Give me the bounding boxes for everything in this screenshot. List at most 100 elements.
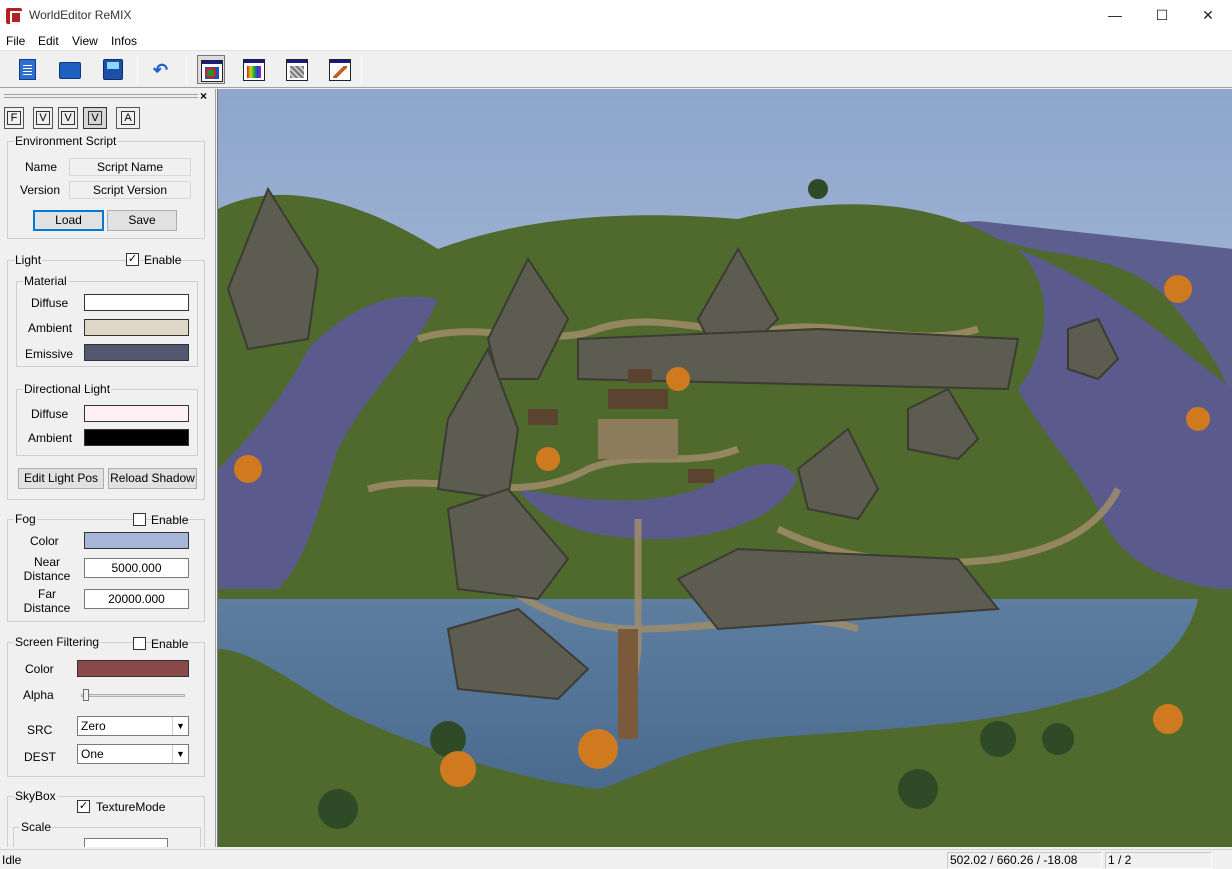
fog-color-label: Color xyxy=(30,534,59,548)
menu-edit[interactable]: Edit xyxy=(38,34,59,48)
fog-enable-label: Enable xyxy=(151,513,189,527)
directional-light-title: Directional Light xyxy=(24,382,111,396)
environment-panel: × F V V V A Environment Script Name Scri… xyxy=(0,89,216,847)
near-label-line: Near xyxy=(33,555,60,569)
status-page: 1 / 2 xyxy=(1105,852,1212,869)
filter-color-label: Color xyxy=(25,662,54,676)
near-distance-label: Near Distance xyxy=(15,555,79,583)
menu-file[interactable]: File xyxy=(6,34,25,48)
fog-enable-checkbox[interactable] xyxy=(133,513,146,526)
ambient-label: Ambient xyxy=(28,321,73,335)
mode-tab-label: V xyxy=(61,111,75,125)
world-viewport[interactable] xyxy=(217,89,1232,847)
src-label: SRC xyxy=(27,723,53,737)
fog-title: Fog xyxy=(15,512,36,526)
fog-color[interactable] xyxy=(84,532,189,549)
far-label-line: Distance xyxy=(23,601,71,615)
material-emissive-color[interactable] xyxy=(84,344,189,361)
dest-label: DEST xyxy=(24,750,57,764)
scale-input[interactable] xyxy=(84,838,168,847)
mode-tab-v2[interactable]: V xyxy=(58,107,78,129)
folder-icon xyxy=(59,62,81,79)
panel-grip[interactable] xyxy=(4,94,198,98)
src-select-value: Zero xyxy=(81,719,106,733)
material-title: Material xyxy=(24,274,67,288)
name-label: Name xyxy=(25,160,58,174)
toolbar-separator xyxy=(186,56,187,84)
object-view-icon xyxy=(201,60,223,82)
menu-view[interactable]: View xyxy=(72,34,98,48)
bridge xyxy=(618,629,638,739)
diffuse-label: Diffuse xyxy=(31,296,69,310)
mode-tab-v3[interactable]: V xyxy=(83,107,107,129)
open-folder-button[interactable] xyxy=(56,55,84,84)
near-distance-input[interactable]: 5000.000 xyxy=(84,558,189,578)
texture-mode-label: TextureMode xyxy=(96,800,166,814)
panel-close-button[interactable]: × xyxy=(200,89,207,103)
light-enable-label: Enable xyxy=(144,253,182,267)
alpha-slider-track[interactable] xyxy=(81,694,185,697)
undo-icon: ↶ xyxy=(153,60,169,80)
paint-brush-icon xyxy=(329,59,351,81)
close-window-button[interactable]: ✕ xyxy=(1185,0,1231,31)
emissive-label: Emissive xyxy=(25,347,74,361)
dest-select-value: One xyxy=(81,747,104,761)
terrain-render[interactable] xyxy=(218,89,1232,847)
texture-mode-checkbox[interactable]: ✓ xyxy=(77,800,90,813)
minimize-button[interactable]: — xyxy=(1092,0,1138,31)
toolbar: ↶ xyxy=(0,52,1232,88)
chevron-down-icon[interactable]: ▼ xyxy=(172,717,188,735)
menu-infos[interactable]: Infos xyxy=(111,34,137,48)
save-script-button[interactable]: Save xyxy=(107,210,177,231)
light-title: Light xyxy=(15,253,42,267)
far-label-line: Far xyxy=(38,587,56,601)
edit-light-pos-button[interactable]: Edit Light Pos xyxy=(18,468,104,489)
near-label-line: Distance xyxy=(23,569,71,583)
reload-shadow-button[interactable]: Reload Shadow xyxy=(108,468,197,489)
script-version-field[interactable]: Script Version xyxy=(69,181,191,199)
directional-ambient-color[interactable] xyxy=(84,429,189,446)
attribute-view-icon xyxy=(286,59,308,81)
status-text: Idle xyxy=(2,853,22,867)
light-enable-checkbox[interactable]: ✓ xyxy=(126,253,139,266)
mode-tab-label: V xyxy=(36,111,50,125)
material-diffuse-color[interactable] xyxy=(84,294,189,311)
screen-filtering-enable-checkbox[interactable] xyxy=(133,637,146,650)
screen-filtering-title: Screen Filtering xyxy=(15,635,100,649)
filter-color[interactable] xyxy=(77,660,189,677)
status-coordinates: 502.02 / 660.26 / -18.08 xyxy=(947,852,1102,869)
toolbar-separator xyxy=(137,56,138,84)
status-bar: Idle 502.02 / 660.26 / -18.08 1 / 2 xyxy=(0,849,1232,869)
object-view-button[interactable] xyxy=(197,55,225,84)
directional-diffuse-color[interactable] xyxy=(84,405,189,422)
alpha-slider-thumb[interactable] xyxy=(83,689,89,701)
window-title: WorldEditor ReMIX xyxy=(29,8,132,22)
load-button[interactable]: Load xyxy=(33,210,104,231)
mode-tab-label: F xyxy=(7,111,21,125)
maximize-button[interactable]: ☐ xyxy=(1139,0,1185,31)
save-button[interactable] xyxy=(99,55,127,84)
mode-tab-f[interactable]: F xyxy=(4,107,24,129)
mode-tab-label: A xyxy=(121,111,135,125)
texture-view-button[interactable] xyxy=(240,55,268,84)
mode-tab-v1[interactable]: V xyxy=(33,107,53,129)
alpha-label: Alpha xyxy=(23,688,54,702)
src-select[interactable]: Zero ▼ xyxy=(77,716,189,736)
skybox-title: SkyBox xyxy=(15,789,56,803)
undo-button[interactable]: ↶ xyxy=(148,55,176,84)
title-bar: WorldEditor ReMIX — ☐ ✕ xyxy=(0,0,1232,31)
far-distance-input[interactable]: 20000.000 xyxy=(84,589,189,609)
dir-ambient-label: Ambient xyxy=(28,431,73,445)
mode-tab-label: V xyxy=(88,111,102,125)
version-label: Version xyxy=(20,183,61,197)
new-document-button[interactable] xyxy=(13,55,41,84)
material-ambient-color[interactable] xyxy=(84,319,189,336)
screen-filtering-enable-label: Enable xyxy=(151,637,189,651)
script-name-field[interactable]: Script Name xyxy=(69,158,191,176)
mode-tab-a[interactable]: A xyxy=(116,107,140,129)
paint-view-button[interactable] xyxy=(326,55,354,84)
chevron-down-icon[interactable]: ▼ xyxy=(172,745,188,763)
environment-script-title: Environment Script xyxy=(15,134,117,148)
dest-select[interactable]: One ▼ xyxy=(77,744,189,764)
attribute-view-button[interactable] xyxy=(283,55,311,84)
